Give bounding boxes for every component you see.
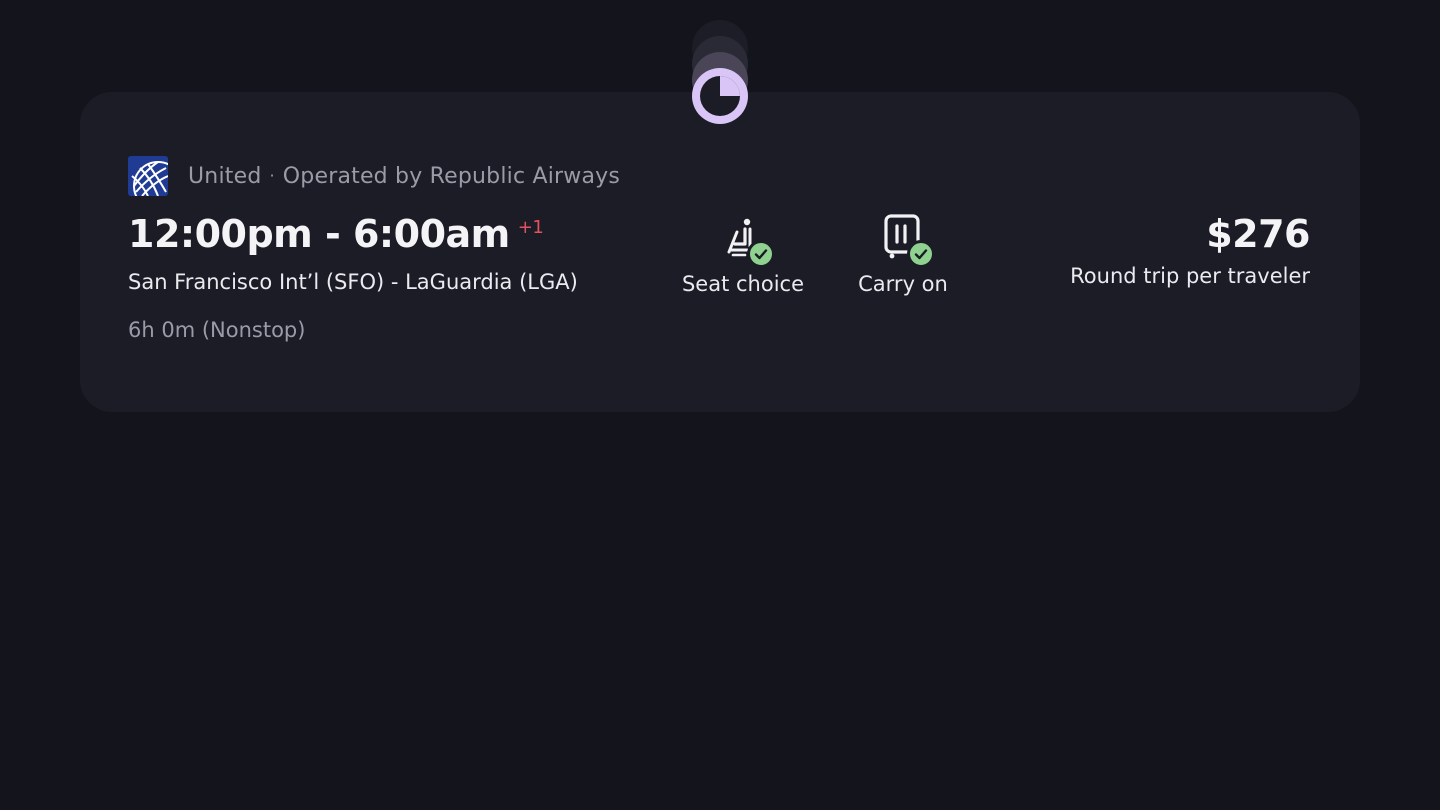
included-check-icon [747, 240, 775, 268]
united-logo-icon [128, 156, 168, 196]
flight-duration: 6h 0m (Nonstop) [128, 318, 306, 342]
amenity-label: Carry on [858, 272, 948, 296]
moon-icon[interactable] [692, 68, 748, 124]
flight-times: 12:00pm - 6:00am +1 [128, 212, 544, 256]
departure-arrival-times: 12:00pm - 6:00am [128, 212, 510, 256]
amenity-label: Seat choice [681, 272, 805, 296]
loading-avatar-stack [692, 20, 748, 124]
price-note: Round trip per traveler [1070, 264, 1310, 288]
amenity-carry-on: Carry on [828, 214, 978, 296]
airline-row: United · Operated by Republic Airways [128, 156, 620, 196]
flight-result-card[interactable]: United · Operated by Republic Airways 12:0… [80, 92, 1360, 412]
price-block: $276 Round trip per traveler [1070, 212, 1310, 288]
separator-dot: · [269, 165, 275, 185]
operator-name: Operated by Republic Airways [282, 163, 621, 189]
page: United · Operated by Republic Airways 12:0… [0, 0, 1440, 810]
included-check-icon [907, 240, 935, 268]
amenity-seat-choice: Seat choice [668, 214, 818, 296]
day-offset-badge: +1 [517, 217, 544, 238]
price-amount: $276 [1206, 212, 1310, 256]
airline-name: United [188, 163, 262, 189]
flight-route: San Francisco Int’l (SFO) - LaGuardia (L… [128, 270, 578, 294]
airline-info: United · Operated by Republic Airways [188, 164, 620, 189]
